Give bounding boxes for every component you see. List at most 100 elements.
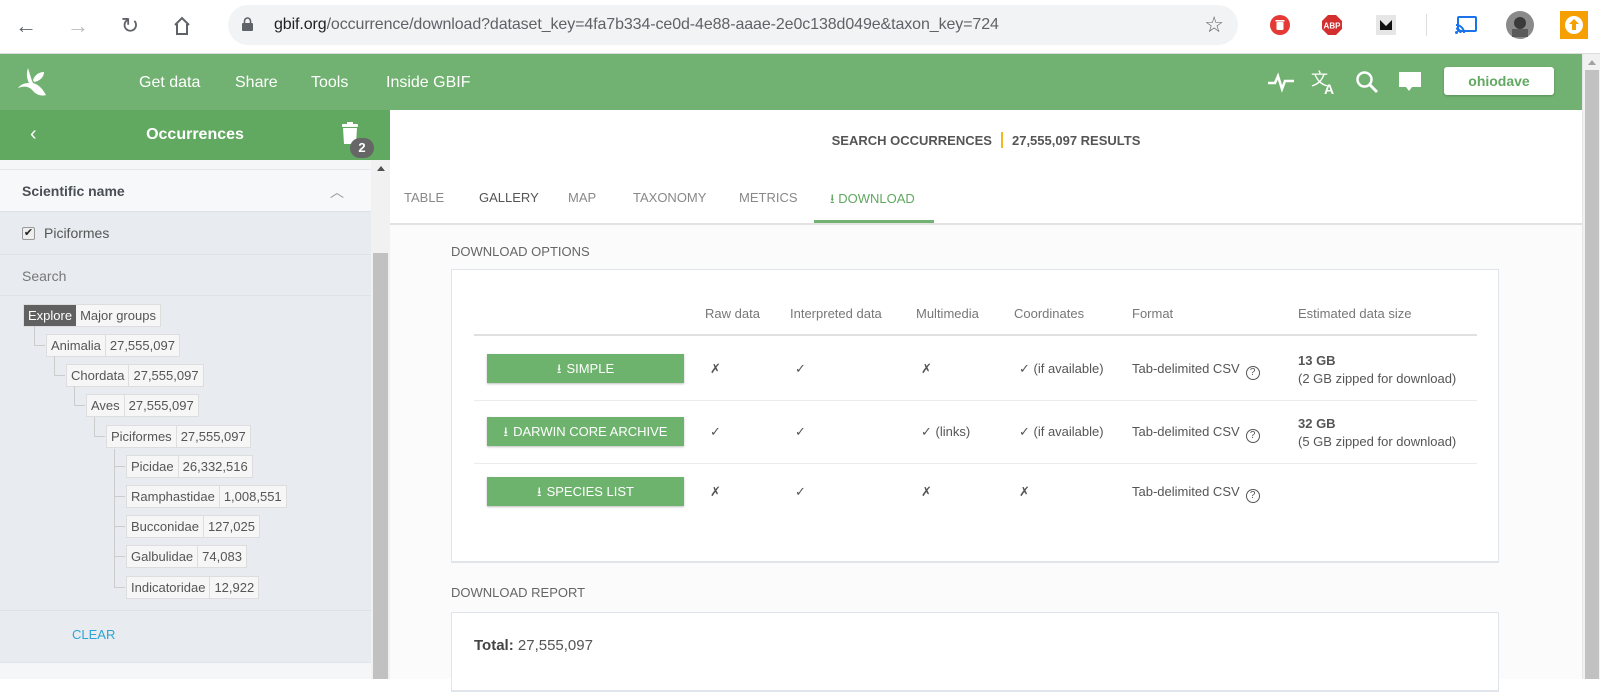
forward-arrow-icon[interactable]: → (62, 10, 94, 42)
format-cell: Tab-delimited CSV? (1132, 424, 1260, 443)
tree-view-toggle: Explore Major groups (23, 304, 161, 327)
sidebar-scroll-thumb[interactable] (373, 253, 388, 679)
scroll-up-arrow-icon[interactable] (377, 166, 385, 171)
tree-node-count: 27,555,097 (104, 335, 179, 356)
download-dwca-button[interactable]: ⭳ DARWIN CORE ARCHIVE (487, 417, 684, 446)
tree-node[interactable]: Animalia 27,555,097 (46, 334, 180, 357)
tab-map[interactable]: MAP (568, 190, 596, 205)
clear-row: CLEAR (0, 610, 371, 662)
tree-node-name: Bucconidae (131, 519, 199, 535)
nav-tools[interactable]: Tools (311, 74, 348, 92)
medium-icon[interactable] (1374, 13, 1398, 37)
button-label: SIMPLE (566, 361, 615, 376)
clear-button[interactable]: CLEAR (72, 627, 115, 642)
tab-taxonomy[interactable]: TAXONOMY (633, 190, 706, 205)
tree-node[interactable]: Ramphastidae 1,008,551 (126, 485, 287, 508)
tab-table[interactable]: TABLE (404, 190, 444, 205)
column-header-format: Format (1132, 306, 1174, 321)
trash-extension-icon[interactable] (1268, 13, 1292, 37)
results-count: 27,555,097 RESULTS (1011, 133, 1141, 148)
svg-text:A: A (1324, 81, 1334, 95)
tree-connector (114, 448, 125, 588)
scroll-up-arrow-icon[interactable] (1588, 60, 1596, 65)
tree-node[interactable]: Chordata 27,555,097 (66, 364, 204, 388)
cast-icon[interactable] (1454, 13, 1478, 37)
button-label: DARWIN CORE ARCHIVE (513, 424, 668, 439)
download-icon: ⭳ (556, 361, 562, 376)
chevron-up-icon[interactable]: ︿ (330, 182, 344, 202)
sidebar-scrollbar[interactable] (371, 160, 390, 679)
interpreted-data-cell: ✓ (795, 361, 806, 376)
column-header-coordinates: Coordinates (1014, 306, 1085, 321)
tree-node[interactable]: Aves 27,555,097 (86, 394, 199, 418)
home-icon[interactable] (166, 10, 198, 42)
major-groups-toggle[interactable]: Major groups (76, 305, 160, 326)
help-icon[interactable]: ? (1245, 429, 1260, 443)
facet-search-input[interactable] (22, 265, 352, 287)
facet-spacer (0, 160, 371, 170)
tab-metrics[interactable]: METRICS (739, 190, 798, 205)
back-arrow-icon[interactable]: ← (10, 10, 42, 42)
search-icon[interactable] (1352, 68, 1382, 96)
multimedia-cell: ✗ (921, 484, 932, 499)
interpreted-data-cell: ✓ (795, 484, 806, 499)
update-icon[interactable] (1560, 11, 1588, 39)
explore-toggle[interactable]: Explore (24, 305, 77, 326)
translate-icon[interactable]: 文A (1309, 68, 1339, 96)
facet-header[interactable]: Scientific name ︿ (0, 170, 371, 212)
format-label: Tab-delimited CSV (1132, 484, 1240, 499)
column-header-size: Estimated data size (1298, 306, 1412, 321)
tree-node-count: 127,025 (202, 516, 259, 538)
site-header: Get data Share Tools Inside GBIF 文A ohio… (0, 54, 1582, 110)
format-label: Tab-delimited CSV (1132, 361, 1240, 376)
tab-download[interactable]: ⭳ DOWNLOAD (830, 190, 915, 212)
help-icon[interactable]: ? (1245, 366, 1260, 380)
selected-filter[interactable]: ✔ Piciformes (0, 212, 371, 255)
format-cell: Tab-delimited CSV? (1132, 361, 1260, 380)
filter-count-badge: 2 (350, 138, 374, 158)
sidebar-header: ‹ Occurrences 2 (0, 110, 390, 160)
tab-gallery[interactable]: GALLERY (479, 190, 539, 205)
health-pulse-icon[interactable] (1266, 68, 1296, 96)
tree-node-name: Picidae (131, 458, 174, 474)
total-label: Total: (474, 637, 514, 654)
raw-data-cell: ✗ (710, 484, 721, 499)
download-simple-button[interactable]: ⭳ SIMPLE (487, 354, 684, 383)
url-text[interactable]: gbif.org/occurrence/download?dataset_key… (274, 16, 999, 34)
lock-icon (242, 17, 253, 31)
reload-icon[interactable]: ↻ (114, 10, 146, 42)
nav-share[interactable]: Share (235, 74, 278, 92)
profile-avatar[interactable] (1506, 11, 1534, 39)
tree-node[interactable]: Bucconidae 127,025 (126, 515, 260, 539)
help-icon[interactable]: ? (1245, 489, 1260, 503)
tree-node-count: 1,008,551 (218, 486, 286, 507)
page-scroll-thumb[interactable] (1585, 70, 1599, 679)
gbif-logo-icon[interactable] (16, 66, 50, 98)
active-tab-indicator (814, 220, 934, 223)
nav-inside-gbif[interactable]: Inside GBIF (386, 74, 470, 92)
filter-checkbox[interactable]: ✔ (22, 227, 35, 240)
adblock-plus-icon[interactable]: ABP (1320, 13, 1344, 37)
nav-get-data[interactable]: Get data (139, 74, 200, 92)
tree-node[interactable]: Indicatoridae 12,922 (126, 575, 260, 599)
download-icon: ⭳ (503, 424, 509, 439)
user-account-button[interactable]: ohiodave (1444, 67, 1554, 95)
raw-data-cell: ✓ (710, 424, 721, 439)
download-options-card: Raw data Interpreted data Multimedia Coo… (451, 269, 1499, 563)
bookmark-star-icon[interactable]: ☆ (1204, 12, 1224, 38)
tab-download-label: DOWNLOAD (838, 191, 915, 206)
tree-node-name: Ramphastidae (131, 489, 215, 504)
feedback-icon[interactable] (1395, 68, 1425, 96)
tree-node[interactable]: Galbulidae 74,083 (126, 545, 247, 569)
page-scrollbar[interactable] (1582, 54, 1600, 679)
tree-node-name: Chordata (71, 368, 125, 384)
address-bar[interactable]: gbif.org/occurrence/download?dataset_key… (228, 5, 1238, 45)
tree-node[interactable]: Piciformes 27,555,097 (106, 424, 251, 448)
tree-connector (74, 386, 85, 407)
tree-connector (94, 416, 105, 437)
download-species-list-button[interactable]: ⭳ SPECIES LIST (487, 477, 684, 506)
multimedia-cell: ✗ (921, 361, 932, 376)
tree-node[interactable]: Picidae 26,332,516 (126, 454, 253, 478)
column-header-multimedia: Multimedia (916, 306, 979, 321)
size-note: (2 GB zipped for download) (1298, 371, 1457, 386)
